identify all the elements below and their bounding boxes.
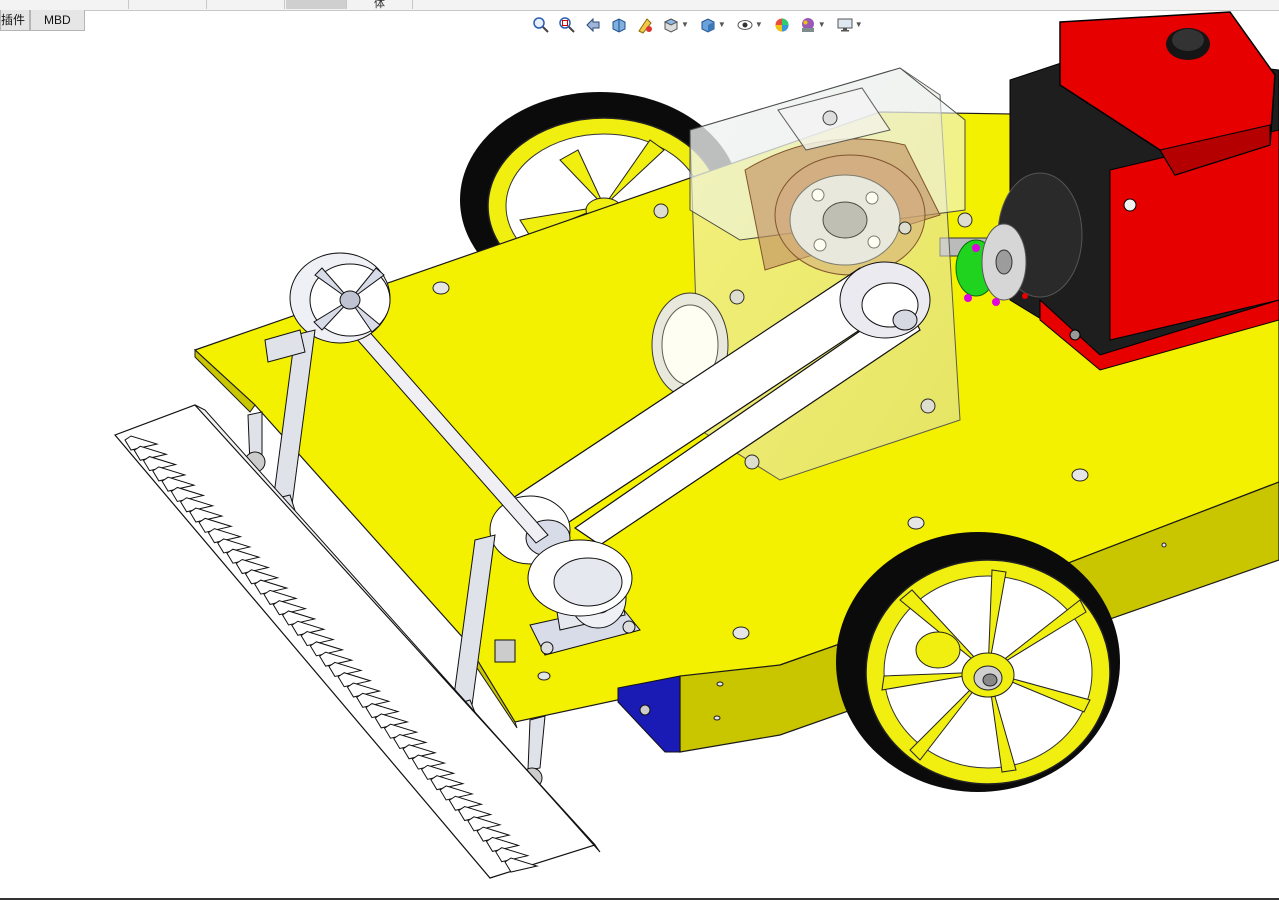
chevron-down-icon[interactable]: ▼: [818, 14, 826, 36]
graphics-area[interactable]: [0, 0, 1279, 900]
ribbon-tab-stub-label: 体: [374, 0, 385, 10]
chevron-down-icon[interactable]: ▼: [755, 14, 763, 36]
ribbon-tab-stub[interactable]: [128, 0, 207, 9]
ribbon-tab-stub[interactable]: [206, 0, 285, 9]
view-orientation-icon[interactable]: [660, 14, 682, 36]
ribbon-strip: 体: [0, 0, 1279, 11]
model-3d-view[interactable]: [0, 0, 1279, 900]
ribbon-tab-stub[interactable]: 体: [346, 0, 413, 10]
section-view-icon[interactable]: [608, 14, 630, 36]
ribbon-tab-stub-active[interactable]: [286, 0, 347, 9]
chevron-down-icon[interactable]: ▼: [718, 14, 726, 36]
left-pulley: [289, 252, 391, 344]
view-settings-icon[interactable]: [834, 14, 856, 36]
edit-appearance-icon[interactable]: [771, 14, 793, 36]
chevron-down-icon[interactable]: ▼: [855, 14, 863, 36]
command-manager-tabs: 插件 MBD: [0, 10, 85, 31]
engine: [997, 11, 1279, 371]
previous-view-icon[interactable]: [582, 14, 604, 36]
front-wheel: [836, 532, 1120, 792]
chevron-down-icon[interactable]: ▼: [681, 14, 689, 36]
heads-up-view-toolbar: ▼ ▼ ▼ ▼ ▼: [530, 14, 867, 36]
dynamic-annotation-icon[interactable]: [634, 14, 656, 36]
display-style-icon[interactable]: [697, 14, 719, 36]
zoom-to-fit-icon[interactable]: [530, 14, 552, 36]
ribbon-tab-stub[interactable]: [0, 0, 129, 9]
apply-scene-icon[interactable]: [797, 14, 819, 36]
zoom-to-area-icon[interactable]: [556, 14, 578, 36]
tab-mbd[interactable]: MBD: [30, 10, 85, 31]
blue-support-block: [617, 675, 681, 753]
tab-addins[interactable]: 插件: [0, 10, 31, 31]
hide-show-items-icon[interactable]: [734, 14, 756, 36]
